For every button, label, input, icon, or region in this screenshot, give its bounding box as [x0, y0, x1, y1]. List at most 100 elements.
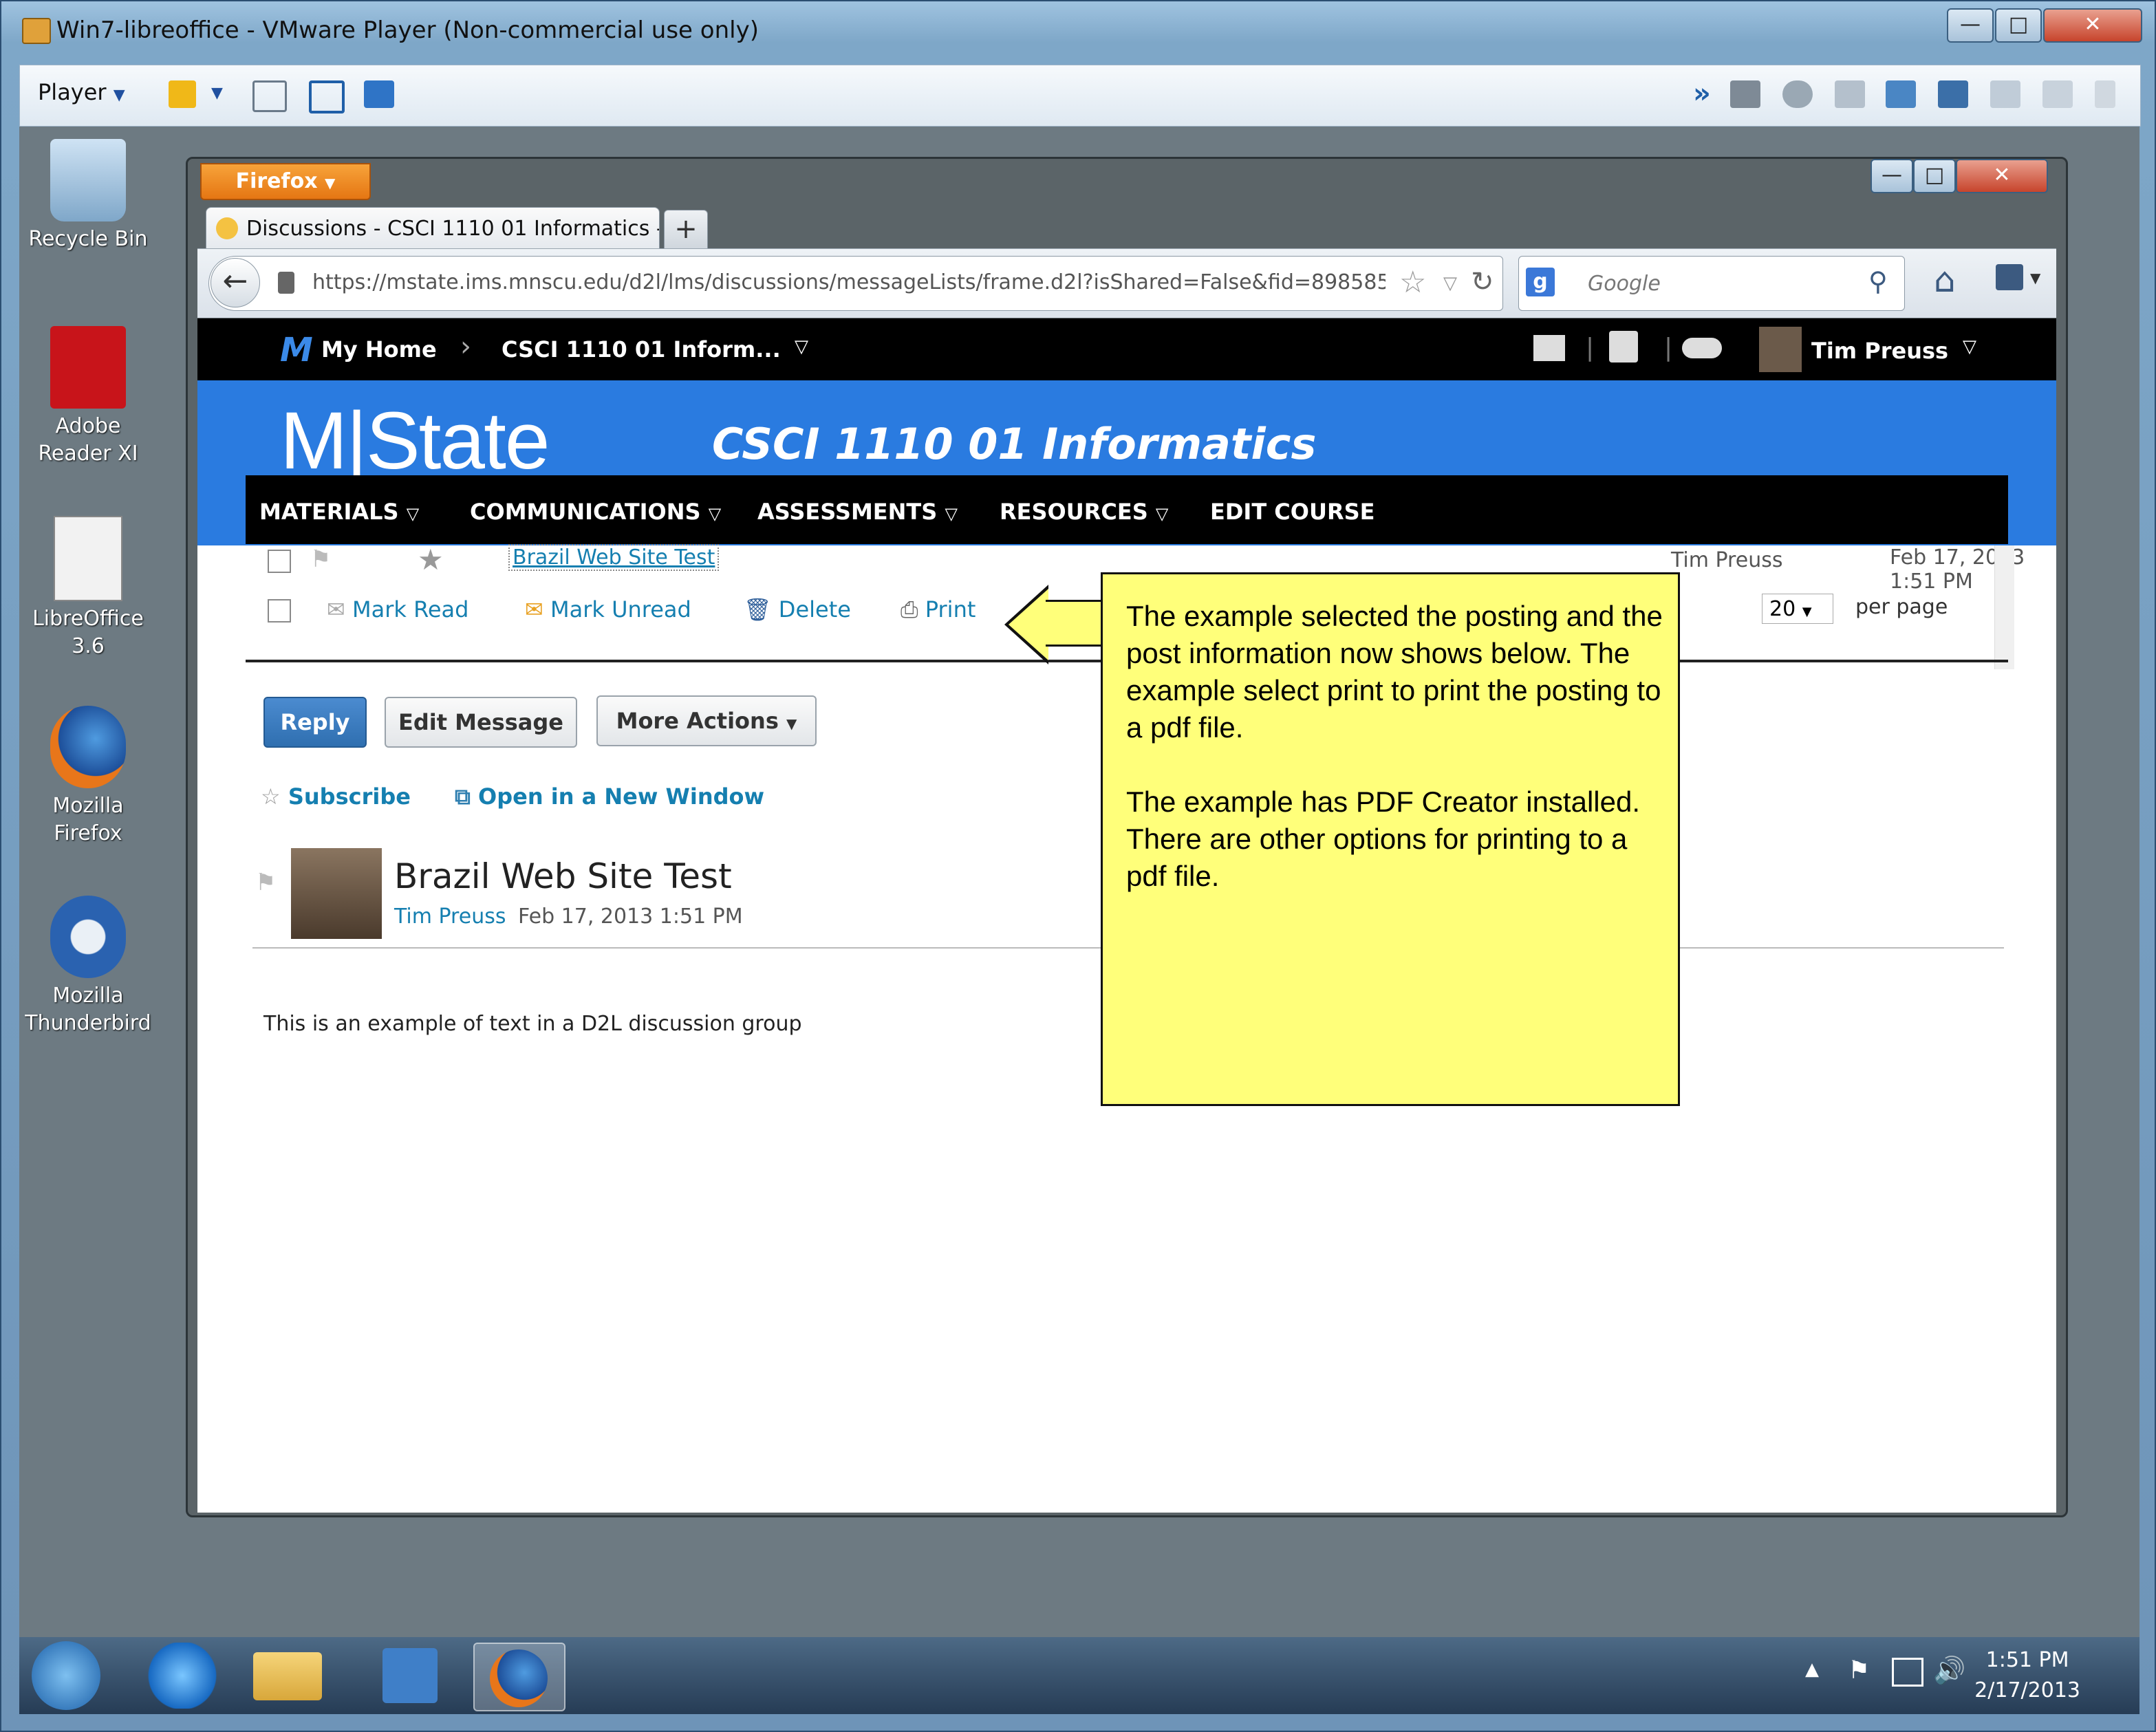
new-window-icon: ⧉ — [455, 783, 471, 810]
action-center-icon[interactable]: ⚑ — [1848, 1656, 1870, 1685]
flag-icon[interactable]: ⚑ — [255, 869, 276, 896]
pause-icon[interactable] — [169, 80, 196, 108]
unity-icon[interactable] — [364, 80, 394, 108]
subscribe-label: Subscribe — [288, 783, 411, 810]
mail-icon[interactable] — [1533, 335, 1565, 361]
ff-maximize-button[interactable]: □ — [1913, 159, 1956, 193]
usb-icon[interactable] — [1938, 80, 1968, 108]
chat-icon[interactable] — [1682, 338, 1722, 358]
flag-icon[interactable]: ⚑ — [310, 545, 331, 573]
chevron-down-icon[interactable]: ▽ — [1963, 336, 1976, 357]
select-all-checkbox[interactable] — [268, 599, 291, 623]
close-button[interactable]: ✕ — [2043, 8, 2142, 43]
callout-arrow-fill — [1009, 589, 1048, 660]
print-action[interactable]: ⎙ Print — [901, 596, 975, 623]
cd-icon[interactable] — [1782, 80, 1813, 108]
minimize-button[interactable]: — — [1947, 8, 1994, 43]
desktop-icon-recycle-bin[interactable]: Recycle Bin — [19, 139, 157, 253]
notifications-icon[interactable] — [1609, 331, 1638, 362]
my-home-link[interactable]: My Home — [321, 336, 437, 362]
post-author-link[interactable]: Tim Preuss — [394, 905, 506, 929]
reply-button[interactable]: Reply — [263, 697, 367, 748]
vmware-toolbar: Player ▼ ▼ » — [19, 65, 2141, 127]
chevron-down-icon: ▼ — [1802, 605, 1812, 619]
m-logo-icon: M — [280, 331, 313, 369]
thread-subject-link[interactable]: Brazil Web Site Test — [508, 544, 720, 571]
explorer-folder-icon[interactable] — [253, 1652, 322, 1700]
media-player-icon[interactable] — [382, 1648, 438, 1703]
search-icon[interactable]: ⚲ — [1868, 266, 1888, 296]
nav-edit-course[interactable]: EDIT COURSE — [1210, 499, 1375, 525]
ff-minimize-button[interactable]: — — [1871, 159, 1913, 193]
breadcrumb-chevron-icon: › — [460, 331, 471, 362]
annotation-callout: The example selected the posting and the… — [1101, 572, 1680, 1106]
volume-icon[interactable]: 🔊 — [1933, 1655, 1965, 1686]
search-input[interactable]: g Google ⚲ — [1518, 256, 1905, 311]
taskbar-firefox-button[interactable] — [473, 1643, 565, 1711]
maximize-button[interactable]: □ — [1995, 8, 2042, 43]
network-icon[interactable] — [252, 80, 287, 112]
lock-icon — [278, 272, 294, 294]
player-menu[interactable]: Player ▼ — [38, 79, 125, 105]
nav-materials[interactable]: MATERIALS ▽ — [259, 499, 419, 525]
reload-icon[interactable]: ↻ — [1471, 266, 1494, 298]
bookmarks-icon[interactable] — [1996, 264, 2023, 290]
mark-read-action[interactable]: ✉ Mark Read — [327, 596, 468, 623]
message-icon[interactable] — [2095, 80, 2115, 108]
chevron-down-icon[interactable]: ▽ — [1443, 273, 1457, 294]
desktop-icon-libreoffice[interactable]: LibreOffice 3.6 — [19, 516, 157, 660]
firefox-menu-button[interactable]: Firefox ▼ — [200, 163, 371, 200]
google-icon[interactable]: g — [1526, 268, 1555, 296]
desktop-icon-adobe-reader[interactable]: Adobe Reader XI — [19, 326, 157, 468]
per-page-select[interactable]: 20 ▼ — [1762, 594, 1833, 624]
floppy-icon[interactable] — [1835, 80, 1865, 108]
nav-resources[interactable]: RESOURCES ▽ — [1000, 499, 1168, 525]
hard-disk-icon[interactable] — [1730, 80, 1760, 108]
back-icon[interactable]: ← — [211, 258, 260, 307]
divider: | — [1586, 334, 1595, 362]
browser-tab[interactable]: Discussions - CSCI 1110 01 Informatics -… — [206, 207, 660, 250]
system-clock[interactable]: 1:51 PM 2/17/2013 — [1974, 1645, 2080, 1706]
fullscreen-icon[interactable] — [309, 80, 345, 113]
start-button[interactable] — [32, 1641, 100, 1710]
display-icon[interactable] — [2042, 80, 2073, 108]
user-menu[interactable]: Tim Preuss — [1811, 338, 1948, 364]
more-actions-label: More Actions — [616, 708, 779, 734]
mark-unread-action[interactable]: ✉ Mark Unread — [525, 596, 691, 623]
thread-date: Feb 17, 2013 1:51 PM — [1890, 545, 2025, 594]
double-chevron-icon[interactable]: » — [1693, 78, 1711, 109]
subscribe-link[interactable]: ☆ Subscribe — [261, 783, 411, 810]
printer-icon: ⎙ — [901, 596, 918, 623]
edit-message-button[interactable]: Edit Message — [385, 697, 577, 748]
url-bar[interactable]: ← https://mstate.ims.mnscu.edu/d2l/lms/d… — [208, 256, 1503, 311]
network-adapter-icon[interactable] — [1886, 80, 1916, 108]
course-selector[interactable]: CSCI 1110 01 Inform... — [502, 336, 781, 362]
network-tray-icon[interactable] — [1892, 1658, 1923, 1687]
row-checkbox[interactable] — [268, 550, 291, 573]
chevron-down-icon[interactable]: ▼ — [211, 85, 223, 102]
chevron-down-icon[interactable]: ▼ — [2030, 270, 2040, 286]
nav-assessments[interactable]: ASSESSMENTS ▽ — [757, 499, 958, 525]
adobe-reader-icon — [50, 326, 126, 409]
star-icon[interactable]: ★ — [418, 543, 444, 576]
open-new-window-link[interactable]: ⧉ Open in a New Window — [455, 783, 764, 810]
home-icon[interactable]: ⌂ — [1934, 260, 1956, 300]
desktop-icon-firefox[interactable]: Mozilla Firefox — [19, 706, 157, 847]
tray-expand-icon[interactable]: ▲ — [1805, 1659, 1819, 1680]
recycle-bin-icon — [50, 139, 126, 221]
desktop-icon-thunderbird[interactable]: Mozilla Thunderbird — [19, 896, 157, 1037]
nav-communications[interactable]: COMMUNICATIONS ▽ — [470, 499, 721, 525]
bookmark-star-icon[interactable]: ☆ — [1399, 265, 1426, 300]
new-tab-button[interactable]: + — [664, 210, 708, 250]
chevron-down-icon[interactable]: ▽ — [795, 336, 808, 357]
ff-close-button[interactable]: ✕ — [1956, 159, 2048, 193]
delete-action[interactable]: 🗑 Delete — [744, 596, 851, 623]
desktop-icon-label: Recycle Bin — [28, 227, 148, 251]
vmware-app-icon — [22, 18, 51, 44]
more-actions-button[interactable]: More Actions ▼ — [596, 695, 817, 746]
internet-explorer-icon[interactable] — [138, 1643, 227, 1709]
camera-icon[interactable] — [1990, 80, 2020, 108]
scrollbar[interactable] — [1994, 545, 2014, 669]
callout-arrow-shaft — [1046, 600, 1103, 647]
avatar[interactable] — [1759, 327, 1802, 372]
